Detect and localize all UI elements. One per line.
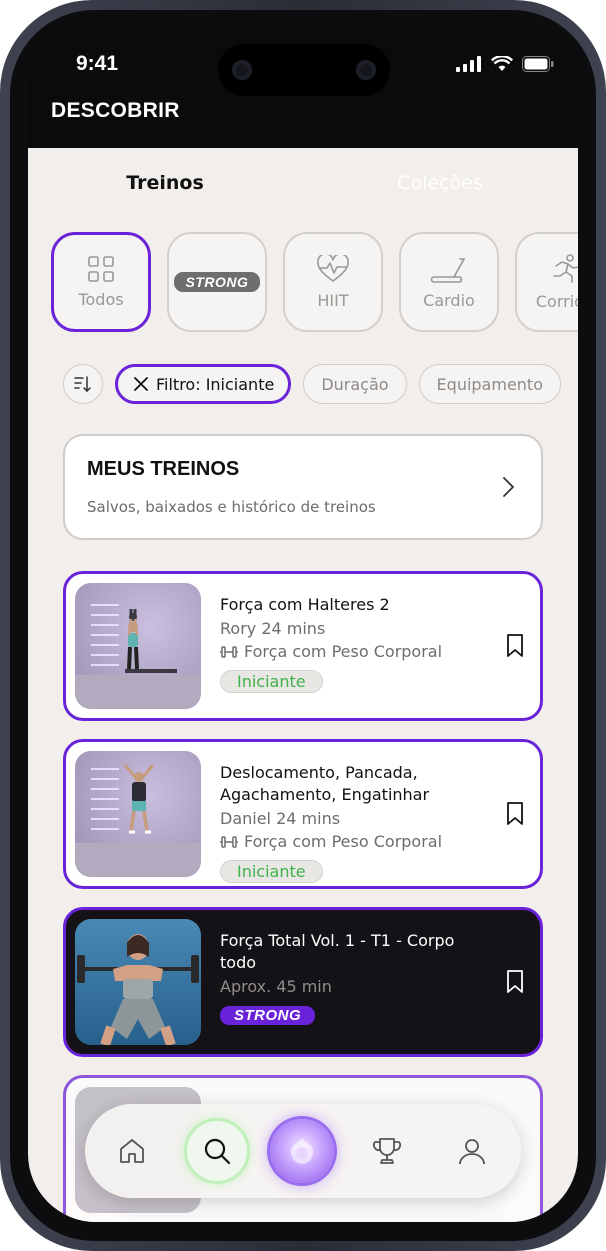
bottom-navigation: [85, 1104, 521, 1198]
status-time: 9:41: [76, 52, 119, 75]
sort-icon: [74, 376, 91, 392]
active-filter-chip[interactable]: Filtro: Iniciante: [115, 364, 292, 404]
equipment-label: Força com Peso Corporal: [244, 832, 443, 851]
wifi-icon: [491, 56, 513, 71]
nav-home[interactable]: [102, 1121, 162, 1181]
category-label: Todos: [78, 289, 124, 309]
phone-frame: 9:41 DESCOBRIR Treinos Coleções Todos ST…: [0, 0, 606, 1251]
workout-thumbnail: [75, 751, 201, 877]
tab-bar: Treinos Coleções: [28, 148, 578, 218]
bookmark-icon[interactable]: [506, 970, 524, 994]
bookmark-icon[interactable]: [506, 802, 524, 826]
workout-info: Deslocamento, Pancada, Agachamento, Enga…: [220, 762, 480, 883]
category-todos[interactable]: Todos: [51, 232, 151, 332]
filter-chip-equipamento[interactable]: Equipamento: [418, 364, 561, 404]
page-title: DESCOBRIR: [51, 99, 180, 122]
home-icon: [120, 1139, 144, 1163]
workout-title: Deslocamento, Pancada, Agachamento, Enga…: [220, 763, 430, 804]
category-corrida[interactable]: Corrida: [515, 232, 578, 332]
workout-meta: Daniel 24 mins: [220, 809, 341, 828]
nav-trophy[interactable]: [357, 1121, 417, 1181]
workout-title: Força Total Vol. 1 - T1 - Corpo todo: [220, 931, 455, 972]
dynamic-island: [218, 44, 390, 96]
workout-info: Força com Halteres 2 Rory 24 mins Força …: [220, 594, 480, 693]
heart-pulse-icon: [317, 254, 349, 282]
workout-equipment: Força com Peso Corporal: [220, 640, 480, 664]
bookmark-icon[interactable]: [506, 634, 524, 658]
sort-button[interactable]: [63, 364, 103, 404]
workout-card[interactable]: Deslocamento, Pancada, Agachamento, Enga…: [63, 739, 543, 889]
workout-card[interactable]: Força Total Vol. 1 - T1 - Corpo todo Apr…: [63, 907, 543, 1057]
strong-badge: STRONG: [220, 1006, 316, 1025]
my-workouts-title: MEUS TREINOS: [87, 458, 240, 480]
category-strong[interactable]: STRONG: [167, 232, 267, 332]
workout-meta: Rory 24 mins: [220, 619, 326, 638]
dumbbell-icon: [220, 646, 238, 658]
screen: 9:41 DESCOBRIR Treinos Coleções Todos ST…: [28, 26, 578, 1222]
my-workouts-card[interactable]: MEUS TREINOS Salvos, baixados e históric…: [63, 434, 543, 540]
running-icon: [553, 253, 578, 283]
category-label: Cardio: [423, 290, 475, 310]
sensor-icon: [356, 60, 376, 80]
status-indicators: [456, 56, 554, 72]
nav-search[interactable]: [187, 1121, 247, 1181]
dumbbell-icon: [220, 836, 238, 848]
workout-card[interactable]: Força com Halteres 2 Rory 24 mins Força …: [63, 571, 543, 721]
category-hiit[interactable]: HIIT: [283, 232, 383, 332]
battery-icon: [522, 56, 554, 72]
close-icon[interactable]: [134, 377, 148, 391]
signal-icon: [456, 56, 481, 72]
camera-icon: [232, 60, 252, 80]
nav-orb[interactable]: [270, 1119, 334, 1183]
workout-title: Força com Halteres 2: [220, 595, 390, 614]
treadmill-icon: [430, 257, 466, 283]
workout-info: Força Total Vol. 1 - T1 - Corpo todo Apr…: [220, 930, 480, 1025]
tab-treinos[interactable]: Treinos: [28, 148, 326, 218]
category-cardio[interactable]: Cardio: [399, 232, 499, 332]
chevron-right-icon: [503, 477, 514, 497]
workout-thumbnail: [75, 583, 201, 709]
level-badge: Iniciante: [220, 860, 323, 883]
my-workouts-subtitle: Salvos, baixados e histórico de treinos: [87, 498, 376, 516]
nav-profile[interactable]: [442, 1121, 502, 1181]
workout-thumbnail: [75, 919, 201, 1045]
active-filter-label: Filtro: Iniciante: [156, 374, 275, 394]
strong-logo: STRONG: [173, 272, 261, 292]
trophy-icon: [373, 1138, 401, 1164]
level-badge: Iniciante: [220, 670, 323, 693]
category-label: Corrida: [535, 291, 578, 311]
grid-icon: [88, 255, 114, 282]
category-label: HIIT: [317, 290, 349, 310]
orb-icon: [290, 1138, 314, 1164]
profile-icon: [459, 1139, 485, 1165]
workout-meta: Aprox. 45 min: [220, 977, 332, 996]
category-row: Todos STRONG HIIT Cardio Corrida: [51, 232, 578, 332]
filter-chip-duracao[interactable]: Duração: [303, 364, 407, 404]
search-icon: [204, 1138, 231, 1165]
workout-equipment: Força com Peso Corporal: [220, 830, 480, 854]
tab-colecoes[interactable]: Coleções: [302, 148, 578, 218]
filter-row: Filtro: Iniciante Duração Equipamento: [63, 364, 561, 404]
equipment-label: Força com Peso Corporal: [244, 642, 443, 661]
